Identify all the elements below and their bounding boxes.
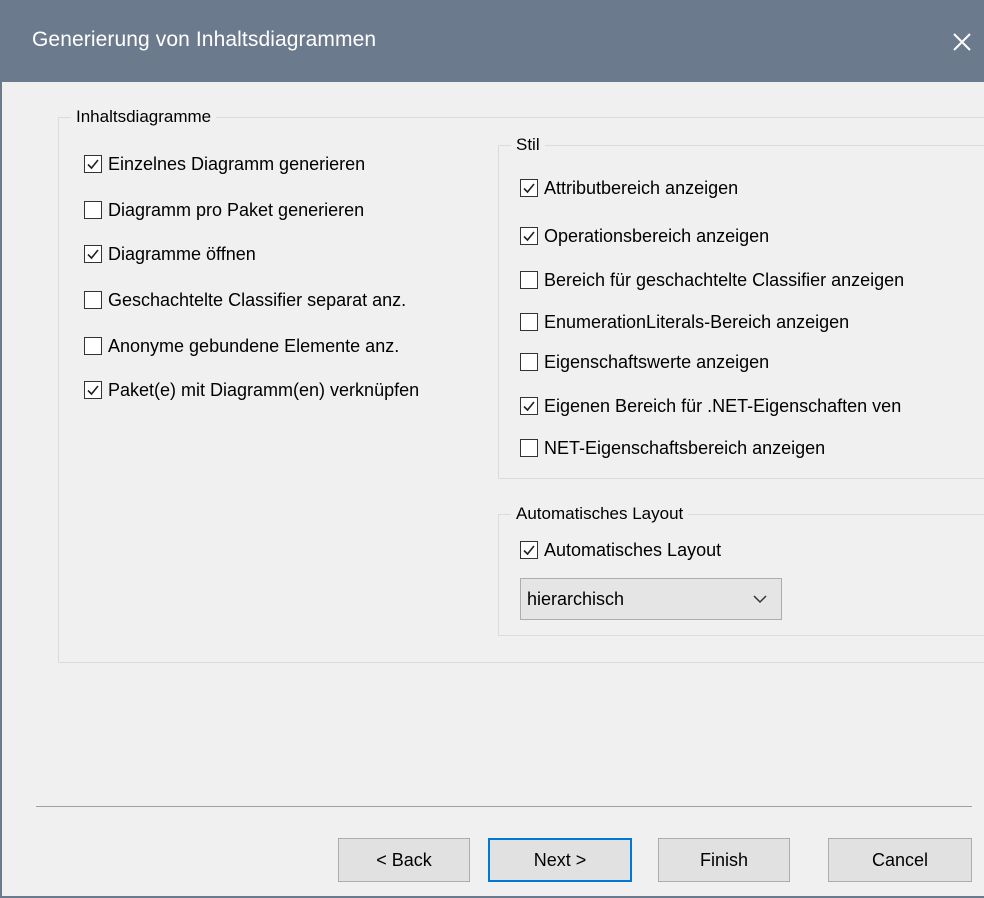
layout-type-select[interactable]: hierarchisch	[520, 578, 782, 620]
checkbox[interactable]	[84, 337, 102, 355]
option-label: Diagramme öffnen	[108, 243, 256, 264]
checkbox[interactable]	[520, 397, 538, 415]
checkbox[interactable]	[84, 201, 102, 219]
option-label: Einzelnes Diagramm generieren	[108, 153, 366, 174]
option-own-net-properties-section[interactable]: Eigenen Bereich für .NET-Eigenschaften v…	[520, 394, 901, 418]
checkbox[interactable]	[520, 353, 538, 371]
next-button[interactable]: Next >	[488, 838, 632, 882]
checkbox[interactable]	[84, 245, 102, 263]
auto-layout-group-label: Automatisches Layout	[511, 503, 689, 525]
option-label: EnumerationLiterals-Bereich anzeigen	[544, 311, 850, 332]
option-link-packages[interactable]: Paket(e) mit Diagramm(en) verknüpfen	[84, 378, 419, 402]
option-label: Automatisches Layout	[544, 539, 722, 560]
checkbox[interactable]	[84, 291, 102, 309]
option-label: Diagramm pro Paket generieren	[108, 199, 365, 220]
option-nested-classifier-section[interactable]: Bereich für geschachtelte Classifier anz…	[520, 268, 904, 292]
option-label: Operationsbereich anzeigen	[544, 225, 770, 246]
close-button[interactable]	[938, 20, 984, 64]
close-icon	[953, 33, 971, 51]
option-auto-layout[interactable]: Automatisches Layout	[520, 538, 721, 562]
back-button-label: < Back	[376, 849, 432, 870]
option-enumeration-literals-section[interactable]: EnumerationLiterals-Bereich anzeigen	[520, 310, 849, 334]
option-nested-classifiers[interactable]: Geschachtelte Classifier separat anz.	[84, 288, 406, 312]
checkmark-icon	[87, 159, 99, 170]
dialog-window: Generierung von Inhaltsdiagrammen Inhalt…	[0, 0, 984, 898]
option-label: Paket(e) mit Diagramm(en) verknüpfen	[108, 379, 420, 400]
checkbox[interactable]	[520, 313, 538, 331]
checkmark-icon	[523, 231, 535, 242]
content-diagrams-group-label: Inhaltsdiagramme	[71, 106, 217, 128]
checkbox[interactable]	[520, 439, 538, 457]
checkmark-icon	[523, 545, 535, 556]
finish-button-label: Finish	[699, 849, 748, 870]
checkmark-icon	[523, 183, 535, 194]
title-bar: Generierung von Inhaltsdiagrammen	[2, 0, 984, 82]
option-diagram-per-package[interactable]: Diagramm pro Paket generieren	[84, 198, 364, 222]
checkmark-icon	[87, 385, 99, 396]
option-label: Geschachtelte Classifier separat anz.	[108, 289, 407, 310]
cancel-button[interactable]: Cancel	[828, 838, 972, 882]
option-attribute-section[interactable]: Attributbereich anzeigen	[520, 176, 738, 200]
option-net-properties-section[interactable]: NET-Eigenschaftsbereich anzeigen	[520, 436, 825, 460]
checkbox[interactable]	[84, 381, 102, 399]
checkbox[interactable]	[520, 227, 538, 245]
checkmark-icon	[523, 401, 535, 412]
option-tagged-values[interactable]: Eigenschaftswerte anzeigen	[520, 350, 769, 374]
finish-button[interactable]: Finish	[658, 838, 790, 882]
footer-separator	[36, 806, 972, 807]
option-label: Anonyme gebundene Elemente anz.	[108, 335, 400, 356]
checkbox[interactable]	[520, 179, 538, 197]
option-label: NET-Eigenschaftsbereich anzeigen	[544, 437, 826, 458]
option-label: Eigenen Bereich für .NET-Eigenschaften v…	[544, 395, 902, 416]
checkmark-icon	[87, 249, 99, 260]
option-anonymous-bound-elements[interactable]: Anonyme gebundene Elemente anz.	[84, 334, 399, 358]
option-open-diagrams[interactable]: Diagramme öffnen	[84, 242, 256, 266]
option-label: Attributbereich anzeigen	[544, 177, 739, 198]
option-label: Bereich für geschachtelte Classifier anz…	[544, 269, 905, 290]
layout-type-value: hierarchisch	[527, 588, 625, 609]
cancel-button-label: Cancel	[871, 849, 929, 870]
checkbox[interactable]	[520, 541, 538, 559]
chevron-down-icon	[753, 595, 767, 604]
option-label: Eigenschaftswerte anzeigen	[544, 351, 770, 372]
option-operation-section[interactable]: Operationsbereich anzeigen	[520, 224, 769, 248]
window-title: Generierung von Inhaltsdiagrammen	[32, 28, 377, 51]
back-button[interactable]: < Back	[338, 838, 470, 882]
checkbox[interactable]	[520, 271, 538, 289]
style-group-label: Stil	[511, 134, 545, 156]
checkbox[interactable]	[84, 155, 102, 173]
option-single-diagram[interactable]: Einzelnes Diagramm generieren	[84, 152, 365, 176]
next-button-label: Next >	[533, 849, 587, 870]
